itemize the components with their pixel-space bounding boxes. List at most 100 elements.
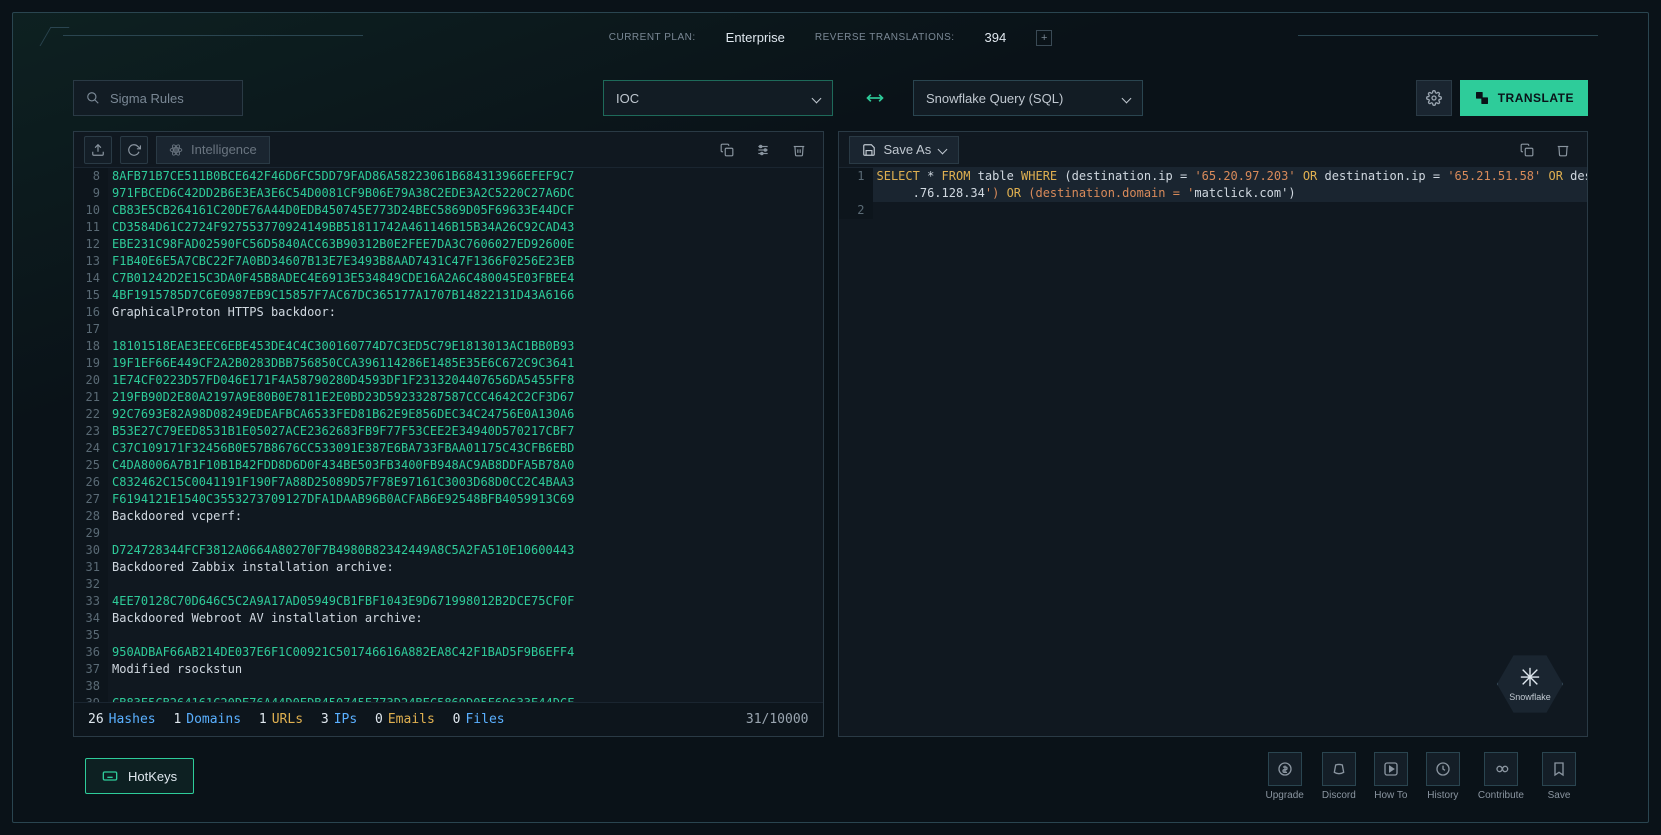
editor-line: 24C37C109171F32456B0E57B8676CC533091E387… — [74, 440, 823, 457]
editor-line: 11CD3584D61C2724F927553770924149BB518117… — [74, 219, 823, 236]
footer-label: Save — [1548, 790, 1571, 801]
footer-label: Discord — [1322, 790, 1356, 801]
copy-input-button[interactable] — [713, 136, 741, 164]
translate-icon — [1474, 90, 1490, 106]
emails-count: 0 — [375, 712, 383, 727]
clock-icon — [1435, 761, 1451, 777]
editor-line: 201E74CF0223D57FD046E171F4A58790280D4593… — [74, 372, 823, 389]
play-icon — [1383, 761, 1399, 777]
infinity-icon — [1493, 761, 1509, 777]
swap-button[interactable] — [863, 86, 887, 110]
editor-line: 39CB83E5CB264161C20DE76A44D0EDB450745E77… — [74, 695, 823, 702]
chevron-down-icon — [1122, 93, 1132, 103]
chevron-down-icon — [938, 145, 948, 155]
refresh-icon — [127, 143, 141, 157]
editor-line: 2 — [839, 202, 1588, 219]
source-type-dropdown[interactable]: IOC — [603, 80, 833, 116]
editor-line: 36950ADBAF66AB214DE037E6F1C00921C5017466… — [74, 644, 823, 661]
translate-button[interactable]: TRANSLATE — [1460, 80, 1588, 116]
editor-line: 26C832462C15C0041191F190F7A88D25089D57F7… — [74, 474, 823, 491]
editor-line: 154BF1915785D7C6E0987EB9C15857F7AC67DC36… — [74, 287, 823, 304]
footer-label: Upgrade — [1266, 790, 1304, 801]
footer-label: How To — [1374, 790, 1407, 801]
editor-line: 32 — [74, 576, 823, 593]
save-icon — [862, 143, 876, 157]
editor-line: 25C4DA8006A7B1F10B1B42FDD8D6D0F434BE503F… — [74, 457, 823, 474]
target-type-label: Snowflake Query (SQL) — [926, 91, 1063, 106]
status-bar: 26 Hashes 1 Domains 1 URLs 3 IPs 0 Email… — [74, 702, 823, 736]
editor-line: .76.128.34') OR (destination.domain = 'm… — [839, 185, 1588, 202]
copy-icon — [1520, 143, 1534, 157]
translate-label: TRANSLATE — [1498, 91, 1574, 105]
target-type-dropdown[interactable]: Snowflake Query (SQL) — [913, 80, 1143, 116]
reverse-translations-label: REVERSE TRANSLATIONS: — [815, 32, 955, 43]
chevron-down-icon — [812, 93, 822, 103]
emails-label: Emails — [388, 712, 435, 727]
output-editor[interactable]: 1SELECT * FROM table WHERE (destination.… — [839, 168, 1588, 736]
add-translations-button[interactable]: + — [1036, 30, 1052, 46]
editor-line: 34Backdoored Webroot AV installation arc… — [74, 610, 823, 627]
hotkeys-button[interactable]: HotKeys — [85, 758, 194, 794]
editor-line: 37Modified rsockstun — [74, 661, 823, 678]
urls-label: URLs — [272, 712, 303, 727]
editor-line: 30D724728344FCF3812A0664A80270F7B4980B82… — [74, 542, 823, 559]
char-counter: 31/10000 — [746, 712, 809, 727]
upload-button[interactable] — [84, 136, 112, 164]
intelligence-label: Intelligence — [191, 142, 257, 157]
save-as-button[interactable]: Save As — [849, 136, 960, 164]
filter-button[interactable] — [749, 136, 777, 164]
domains-label: Domains — [186, 712, 241, 727]
editor-line: 2292C7693E82A98D08249EDEAFBCA6533FED81B6… — [74, 406, 823, 423]
gear-icon — [1426, 90, 1442, 106]
editor-line: 23B53E27C79EED8531B1E05027ACE2362683FB9F… — [74, 423, 823, 440]
editor-line: 10CB83E5CB264161C20DE76A44D0EDB450745E77… — [74, 202, 823, 219]
editor-line: 17 — [74, 321, 823, 338]
search-icon — [86, 91, 100, 105]
reverse-translations-count: 394 — [985, 30, 1007, 45]
footer-save-button[interactable]: Save — [1542, 752, 1576, 801]
delete-output-button[interactable] — [1549, 136, 1577, 164]
intelligence-button[interactable]: Intelligence — [156, 136, 270, 164]
editor-line: 27F6194121E1540C3553273709127DFA1DAAB96B… — [74, 491, 823, 508]
urls-count: 1 — [259, 712, 267, 727]
footer-contribute-button[interactable]: Contribute — [1478, 752, 1524, 801]
output-pane: Save As 1SELECT * FROM table WHERE (dest… — [838, 131, 1589, 737]
sliders-icon — [756, 143, 770, 157]
editor-line: 38 — [74, 678, 823, 695]
editor-line: 31Backdoored Zabbix installation archive… — [74, 559, 823, 576]
search-input[interactable]: Sigma Rules — [73, 80, 243, 116]
refresh-button[interactable] — [120, 136, 148, 164]
source-type-label: IOC — [616, 91, 639, 106]
keyboard-icon — [102, 768, 118, 784]
editor-line: 1SELECT * FROM table WHERE (destination.… — [839, 168, 1588, 185]
editor-line: 1818101518EAE3EEC6EBE453DE4C4C300160774D… — [74, 338, 823, 355]
footer-howto-button[interactable]: How To — [1374, 752, 1408, 801]
editor-line: 334EE70128C70D646C5C2A9A17AD05949CB1FBF1… — [74, 593, 823, 610]
upload-icon — [91, 143, 105, 157]
footer-upgrade-button[interactable]: Upgrade — [1266, 752, 1304, 801]
editor-line: 16GraphicalProton HTTPS backdoor: — [74, 304, 823, 321]
editor-line: 12EBE231C98FAD02590FC56D5840ACC63B90312B… — [74, 236, 823, 253]
domains-count: 1 — [173, 712, 181, 727]
target-platform-badge: Snowflake — [1497, 651, 1563, 717]
trash-icon — [1556, 143, 1570, 157]
plan-label: CURRENT PLAN: — [609, 32, 696, 43]
atom-icon — [169, 143, 183, 157]
hotkeys-label: HotKeys — [128, 769, 177, 784]
input-pane: Intelligence 88AFB71B7CE511B0BCE642F46D6… — [73, 131, 824, 737]
input-editor[interactable]: 88AFB71B7CE511B0BCE642F46D6FC5DD79FAD86A… — [74, 168, 823, 702]
footer-discord-button[interactable]: Discord — [1322, 752, 1356, 801]
files-count: 0 — [453, 712, 461, 727]
search-placeholder: Sigma Rules — [110, 91, 184, 106]
hashes-count: 26 — [88, 712, 104, 727]
settings-button[interactable] — [1416, 80, 1452, 116]
editor-line: 14C7B01242D2E15C3DA0F45B8ADEC4E6913E5348… — [74, 270, 823, 287]
editor-line: 88AFB71B7CE511B0BCE642F46D6FC5DD79FAD86A… — [74, 168, 823, 185]
dollar-icon — [1277, 761, 1293, 777]
delete-input-button[interactable] — [785, 136, 813, 164]
ips-label: IPs — [334, 712, 357, 727]
editor-line: 28Backdoored vcperf: — [74, 508, 823, 525]
editor-line: 13F1B40E6E5A7CBC22F7A0BD34607B13E7E3493B… — [74, 253, 823, 270]
footer-history-button[interactable]: History — [1426, 752, 1460, 801]
copy-output-button[interactable] — [1513, 136, 1541, 164]
